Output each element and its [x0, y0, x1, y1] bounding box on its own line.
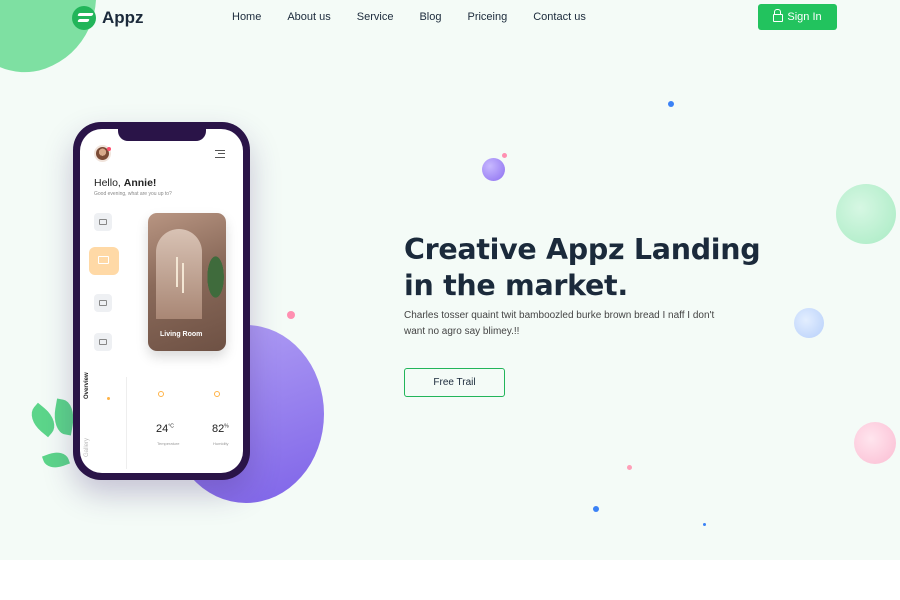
temperature-value: 24°C: [156, 423, 174, 435]
hero-section: Appz Home About us Service Blog Priceing…: [0, 0, 900, 560]
menu-icon: [215, 150, 225, 158]
nav-contact[interactable]: Contact us: [533, 11, 586, 23]
phone-mockup: Hello, Annie! Good evening, what are you…: [73, 122, 250, 480]
decorative-dot: [502, 153, 507, 158]
tab-overview: Overview: [84, 372, 90, 399]
divider: [126, 377, 127, 469]
decorative-dot: [794, 308, 824, 338]
mail-icon: [89, 247, 119, 275]
main-nav: Home About us Service Blog Priceing Cont…: [232, 11, 612, 23]
decorative-dot: [593, 506, 599, 512]
greeting-subtitle: Good evening, what are you up to?: [94, 191, 172, 197]
phone-screen: Hello, Annie! Good evening, what are you…: [80, 129, 243, 473]
greeting: Hello, Annie!: [94, 177, 157, 189]
logo[interactable]: Appz: [72, 6, 144, 30]
nav-pricing[interactable]: Priceing: [467, 11, 507, 23]
decorative-dot: [836, 184, 896, 244]
humidity-value: 82%: [212, 423, 229, 435]
logo-text: Appz: [102, 8, 144, 27]
decorative-dot: [28, 16, 44, 32]
active-tab-dot: [107, 397, 110, 400]
decorative-dot: [854, 422, 896, 464]
logo-icon: [72, 6, 96, 30]
nav-blog[interactable]: Blog: [419, 11, 441, 23]
home-icon: [94, 333, 112, 351]
living-room-card: Living Room: [148, 213, 226, 351]
nav-home[interactable]: Home: [232, 11, 261, 23]
room-label: Living Room: [160, 331, 203, 338]
hero-description: Charles tosser quaint twit bamboozled bu…: [404, 310, 715, 337]
sign-in-button[interactable]: Sign In: [758, 4, 837, 30]
image-icon: [94, 213, 112, 231]
notification-dot: [107, 147, 111, 151]
tab-gallery: Gallery: [84, 437, 90, 457]
nav-about[interactable]: About us: [287, 11, 330, 23]
lock-icon: [773, 8, 784, 22]
sun-icon: [158, 391, 164, 397]
droplet-icon: [214, 391, 220, 397]
phone-notch: [118, 129, 206, 141]
decorative-dot: [482, 158, 505, 181]
decorative-dot: [703, 523, 706, 526]
decorative-dot: [668, 101, 674, 107]
decorative-dot: [627, 465, 632, 470]
sign-in-label: Sign In: [787, 11, 822, 23]
bed-icon: [94, 294, 112, 312]
humidity-label: Humidity: [213, 441, 229, 446]
decorative-dot: [287, 311, 295, 319]
leaf-decoration: [41, 448, 71, 472]
nav-service[interactable]: Service: [357, 11, 394, 23]
temperature-label: Temperature: [157, 441, 180, 446]
hero-headline: Creative Appz Landing in the market.: [404, 233, 761, 302]
free-trial-button[interactable]: Free Trail: [404, 368, 505, 397]
